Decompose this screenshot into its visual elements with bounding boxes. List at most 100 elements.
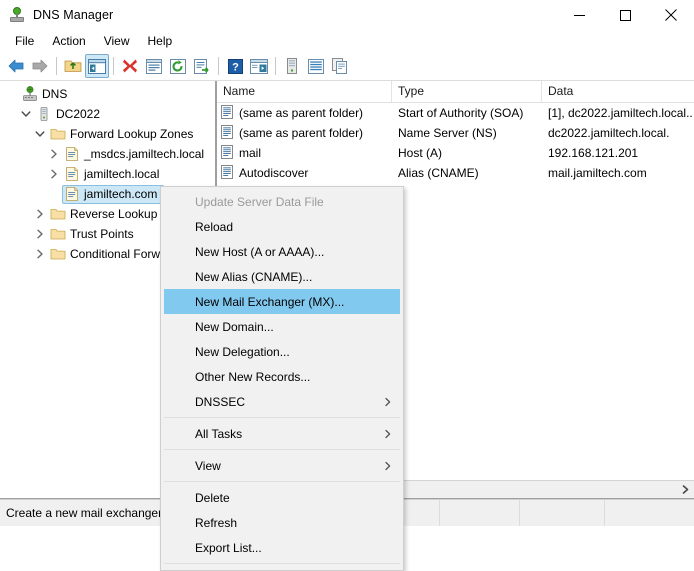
table-row[interactable]: (same as parent folder) Name Server (NS)… — [217, 123, 694, 143]
menu-item-delete[interactable]: Delete — [161, 485, 403, 510]
table-row[interactable]: Autodiscover Alias (CNAME) mail.jamiltec… — [217, 163, 694, 183]
menu-item-refresh[interactable]: Refresh — [161, 510, 403, 535]
table-row[interactable]: (same as parent folder) Start of Authori… — [217, 103, 694, 123]
menu-item-all-tasks[interactable]: All Tasks — [161, 421, 403, 446]
dns-manager-window: DNS Manager File Action View Help ? DNS … — [0, 0, 694, 571]
cell-name: (same as parent folder) — [217, 125, 392, 141]
folder-icon — [50, 206, 66, 222]
up-folder-icon[interactable] — [61, 54, 85, 78]
menu-separator — [164, 481, 400, 482]
delete-red-x-icon[interactable] — [118, 54, 142, 78]
expander-expanded-icon[interactable] — [18, 106, 34, 122]
menu-action[interactable]: Action — [43, 32, 94, 50]
zone-icon — [64, 146, 80, 162]
record-data: dc2022.jamiltech.local. — [548, 126, 670, 140]
menu-separator — [164, 563, 400, 564]
expander-collapsed-icon[interactable] — [46, 146, 62, 162]
menu-separator — [164, 449, 400, 450]
export-list-icon[interactable] — [190, 54, 214, 78]
menu-item-new-alias[interactable]: New Alias (CNAME)... — [161, 264, 403, 289]
maximize-button[interactable] — [602, 0, 648, 30]
expander-expanded-icon[interactable] — [32, 126, 48, 142]
server-icon[interactable] — [280, 54, 304, 78]
tree-label: jamiltech.com — [84, 187, 158, 201]
list-view-icon[interactable] — [304, 54, 328, 78]
show-hide-console-tree-icon[interactable] — [85, 54, 109, 78]
expander-collapsed-icon[interactable] — [46, 166, 62, 182]
toolbar-separator — [56, 57, 57, 75]
toolbar: ? — [0, 52, 694, 81]
window-title: DNS Manager — [33, 8, 114, 22]
expander-placeholder — [4, 86, 20, 102]
zone-icon — [64, 166, 80, 182]
folder-icon — [50, 226, 66, 242]
status-cell-2 — [440, 500, 520, 526]
menu-item-view[interactable]: View — [161, 453, 403, 478]
menu-item-label: All Tasks — [195, 426, 243, 441]
record-type: Name Server (NS) — [398, 126, 497, 140]
record-name: (same as parent folder) — [239, 106, 364, 120]
dns-record-icon — [220, 125, 236, 141]
table-row[interactable]: mail Host (A) 192.168.121.201 — [217, 143, 694, 163]
submenu-chevron-right-icon — [384, 429, 392, 438]
menu-file[interactable]: File — [6, 32, 43, 50]
cell-name: Autodiscover — [217, 165, 392, 181]
menu-item-export-list[interactable]: Export List... — [161, 535, 403, 560]
menu-item-new-delegation[interactable]: New Delegation... — [161, 339, 403, 364]
tree-item-dns[interactable]: DNS — [0, 84, 215, 104]
context-menu[interactable]: Update Server Data File Reload New Host … — [160, 186, 404, 571]
help-icon[interactable]: ? — [223, 54, 247, 78]
record-name: (same as parent folder) — [239, 126, 364, 140]
record-name: Autodiscover — [239, 166, 309, 180]
cell-name: mail — [217, 145, 392, 161]
properties-icon[interactable] — [142, 54, 166, 78]
expander-collapsed-icon[interactable] — [32, 206, 48, 222]
column-header-name[interactable]: Name — [217, 81, 392, 102]
tree-item-msdcs-jamiltech-local[interactable]: _msdcs.jamiltech.local — [0, 144, 215, 164]
show-window-icon[interactable] — [247, 54, 271, 78]
tree-item-forward-lookup-zones[interactable]: Forward Lookup Zones — [0, 124, 215, 144]
minimize-button[interactable] — [556, 0, 602, 30]
menu-help[interactable]: Help — [139, 32, 182, 50]
menu-item-label: View — [195, 458, 221, 473]
dns-record-icon — [220, 165, 236, 181]
record-type: Start of Authority (SOA) — [398, 106, 524, 120]
status-cell-4 — [605, 500, 694, 526]
column-header-data[interactable]: Data — [542, 81, 694, 102]
record-type: Alias (CNAME) — [398, 166, 479, 180]
back-arrow-icon[interactable] — [4, 54, 28, 78]
record-data: 192.168.121.201 — [548, 146, 639, 160]
record-data: [1], dc2022.jamiltech.local.. — [548, 106, 693, 120]
tree-label: _msdcs.jamiltech.local — [84, 147, 205, 161]
menu-view[interactable]: View — [95, 32, 139, 50]
record-type: Host (A) — [398, 146, 443, 160]
tree-label: jamiltech.local — [84, 167, 160, 181]
column-header-type[interactable]: Type — [392, 81, 542, 102]
refresh-icon[interactable] — [166, 54, 190, 78]
toolbar-separator — [113, 57, 114, 75]
forward-arrow-icon[interactable] — [28, 54, 52, 78]
menu-item-reload[interactable]: Reload — [161, 214, 403, 239]
svg-text:?: ? — [232, 61, 239, 73]
expander-collapsed-icon[interactable] — [32, 246, 48, 262]
folder-icon — [50, 246, 66, 262]
menu-separator — [164, 417, 400, 418]
menu-item-label: DNSSEC — [195, 394, 246, 409]
menu-item-dnssec[interactable]: DNSSEC — [161, 389, 403, 414]
menu-item-new-domain[interactable]: New Domain... — [161, 314, 403, 339]
folder-icon — [50, 126, 66, 142]
menu-item-new-host[interactable]: New Host (A or AAAA)... — [161, 239, 403, 264]
menu-item-other-new-records[interactable]: Other New Records... — [161, 364, 403, 389]
status-cell-3 — [520, 500, 605, 526]
tree-label: Trust Points — [70, 227, 134, 241]
scroll-right-arrow-icon[interactable] — [677, 481, 694, 497]
tree-item-jamiltech-local[interactable]: jamiltech.local — [0, 164, 215, 184]
menu-item-new-mail-exchanger[interactable]: New Mail Exchanger (MX)... — [164, 289, 400, 314]
tree-label: DNS — [42, 87, 68, 101]
expander-collapsed-icon[interactable] — [32, 226, 48, 242]
close-button[interactable] — [648, 0, 694, 30]
tree-item-dc2022[interactable]: DC2022 — [0, 104, 215, 124]
tree-label: DC2022 — [56, 107, 101, 121]
menu-bar: File Action View Help — [0, 30, 694, 52]
copy-icon[interactable] — [328, 54, 352, 78]
